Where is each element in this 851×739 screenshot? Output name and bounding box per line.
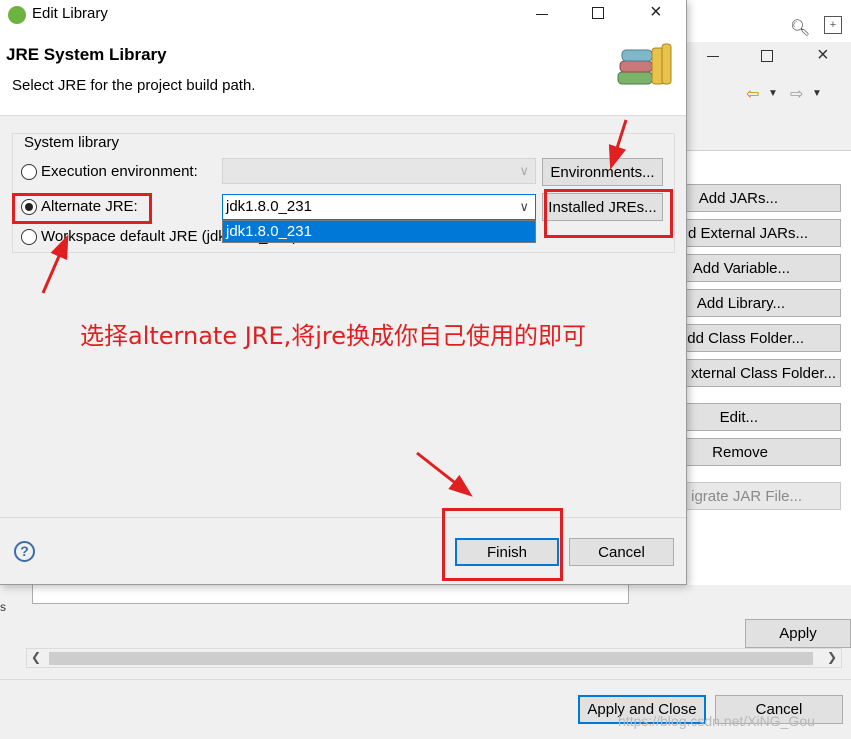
watermark: https://blog.csdn.net/XiNG_Gou — [618, 713, 815, 729]
annotation-text: 选择alternate JRE,将jre换成你自己使用的即可 — [80, 322, 587, 350]
annotation-arrows — [41, 119, 628, 497]
